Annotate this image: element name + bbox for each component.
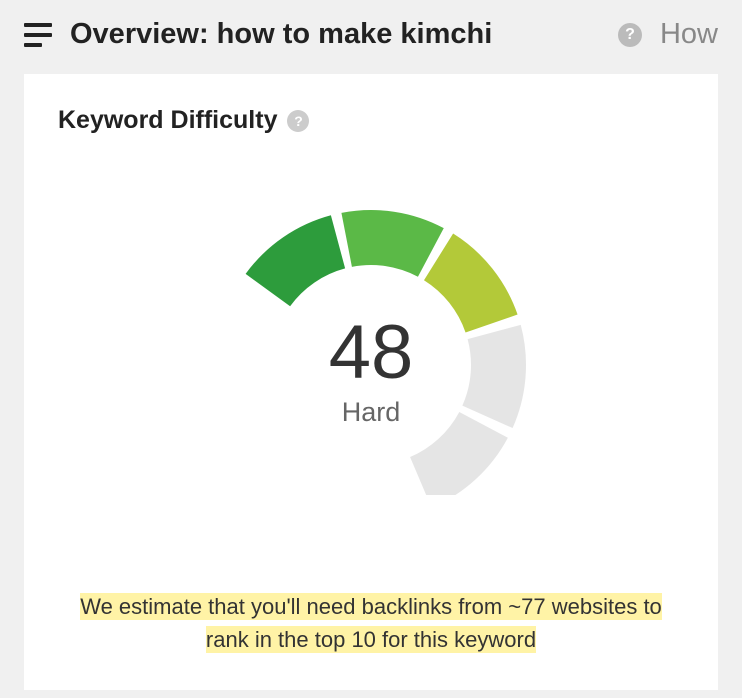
top-bar: Overview: how to make kimchi ? How bbox=[0, 0, 742, 69]
card-header: Keyword Difficulty ? bbox=[58, 106, 684, 135]
help-icon[interactable]: ? bbox=[618, 23, 642, 47]
card-title: Keyword Difficulty bbox=[58, 106, 277, 135]
menu-icon[interactable] bbox=[24, 23, 52, 47]
keyword-difficulty-card: Keyword Difficulty ? 48 Hard We estimate… bbox=[24, 74, 718, 690]
nav-overflow[interactable]: How bbox=[660, 18, 718, 51]
backlink-estimate-text: We estimate that you'll need backlinks f… bbox=[80, 593, 662, 653]
gauge-container: 48 Hard bbox=[58, 185, 684, 495]
help-icon[interactable]: ? bbox=[287, 110, 309, 132]
gauge-label: Hard bbox=[201, 397, 541, 428]
page-title: Overview: how to make kimchi bbox=[70, 18, 600, 51]
difficulty-gauge: 48 Hard bbox=[201, 185, 541, 495]
backlink-estimate: We estimate that you'll need backlinks f… bbox=[58, 590, 684, 656]
gauge-value: 48 bbox=[201, 315, 541, 391]
